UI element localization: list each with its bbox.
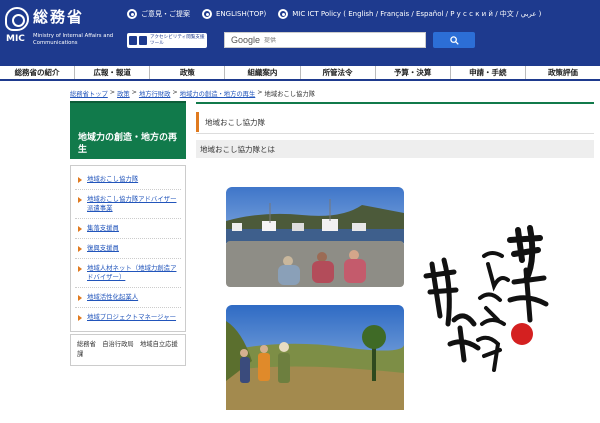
search-button[interactable] xyxy=(433,32,475,48)
search-icon xyxy=(449,35,459,45)
logo-subtitle: Ministry of Internal Affairs and Communi… xyxy=(33,33,114,46)
mic-emblem-icon xyxy=(5,7,29,31)
sidebar-item-label: 集落支援員 xyxy=(87,224,119,232)
logo-mic: MIC xyxy=(6,34,25,44)
accessibility-tool-label: アクセシビリティ閲覧支援ツール xyxy=(150,35,205,46)
arrow-right-icon xyxy=(78,197,82,203)
sidebar-menu: 地域おこし協力隊 地域おこし協力隊アドバイザー派遣事業 集落支援員 復興支援員 … xyxy=(70,165,186,332)
sidebar-item-label: 地域おこし協力隊 xyxy=(87,175,139,183)
sidebar-item-advisor-dispatch[interactable]: 地域おこし協力隊アドバイザー派遣事業 xyxy=(75,190,181,219)
nav-item-organization[interactable]: 組織案内 xyxy=(225,66,301,79)
english-top-link-label: ENGLISH(TOP) xyxy=(216,10,267,18)
feedback-link-label: ご意見・ご提案 xyxy=(141,10,190,18)
nav-item-applications[interactable]: 申請・手続 xyxy=(451,66,526,79)
bullet-circle-icon xyxy=(278,9,289,19)
breadcrumb: 総務省トップ > 政策 > 地方行財政 > 地域力の創造・地方の再生 > 地域お… xyxy=(70,89,315,98)
nav-item-policy[interactable]: 政策 xyxy=(150,66,226,79)
field-group-photo xyxy=(222,301,408,414)
arrow-right-icon xyxy=(78,246,82,252)
section-heading: 地域おこし協力隊とは xyxy=(196,140,594,158)
feedback-link[interactable]: ご意見・ご提案 xyxy=(127,9,190,19)
logo-title: 総務省 xyxy=(33,8,85,26)
bullet-circle-icon xyxy=(202,9,212,19)
nav-item-budget[interactable]: 予算・決算 xyxy=(376,66,451,79)
header-links: ご意見・ご提案 ENGLISH(TOP) MIC ICT Policy ( En… xyxy=(127,8,553,20)
nav-item-press[interactable]: 広報・報道 xyxy=(75,66,151,79)
accessibility-tool-button[interactable]: アクセシビリティ閲覧支援ツール xyxy=(127,33,207,48)
search-brand: Google xyxy=(231,35,261,45)
breadcrumb-regional[interactable]: 地域力の創造・地方の再生 xyxy=(180,89,256,98)
divider xyxy=(196,133,594,134)
sidebar-item-label: 地域人材ネット（地域力創造アドバイザー） xyxy=(87,264,177,281)
mic-logo[interactable]: 総務省 MIC Ministry of Internal Affairs and… xyxy=(3,4,121,48)
arrow-right-icon xyxy=(78,266,82,272)
sidebar-item-label: 地域活性化起業人 xyxy=(87,293,139,301)
arrow-right-icon xyxy=(78,315,82,321)
search-box: Google xyxy=(224,32,426,48)
nav-item-evaluation[interactable]: 政策評価 xyxy=(526,66,600,79)
page-title: 地域おこし協力隊 xyxy=(196,112,594,132)
sidebar-item-cooperation-team[interactable]: 地域おこし協力隊 xyxy=(75,170,181,190)
text-size-icon xyxy=(139,36,147,45)
harbor-photo xyxy=(222,183,408,291)
sidebar-item-reconstruction-support[interactable]: 復興支援員 xyxy=(75,239,181,259)
content-top-border xyxy=(196,102,594,104)
arrow-right-icon xyxy=(78,177,82,183)
site-header: 総務省 MIC Ministry of Internal Affairs and… xyxy=(0,0,600,66)
local-vitalization-logo xyxy=(418,220,558,390)
search-input[interactable] xyxy=(264,36,415,44)
global-nav: 総務省の紹介 広報・報道 政策 組織案内 所管法令 予算・決算 申請・手続 政策… xyxy=(0,66,600,81)
breadcrumb-policy[interactable]: 政策 xyxy=(117,89,130,98)
ict-policy-link[interactable]: MIC ICT Policy ( English / Français / Es… xyxy=(278,9,541,19)
ict-policy-link-label: MIC ICT Policy ( English / Français / Es… xyxy=(292,10,542,18)
sidebar-title: 地域力の創造・地方の再生 xyxy=(70,101,186,159)
breadcrumb-current: 地域おこし協力隊 xyxy=(264,91,315,98)
sidebar-item-project-manager[interactable]: 地域プロジェクトマネージャー xyxy=(75,308,181,327)
sidebar-item-label: 地域プロジェクトマネージャー xyxy=(87,313,177,321)
sidebar-item-label: 地域おこし協力隊アドバイザー派遣事業 xyxy=(87,195,177,212)
bullet-circle-icon xyxy=(127,9,137,19)
breadcrumb-home[interactable]: 総務省トップ xyxy=(70,89,108,98)
sidebar-item-entrepreneur[interactable]: 地域活性化起業人 xyxy=(75,288,181,308)
speaker-icon xyxy=(129,36,137,45)
nav-item-laws[interactable]: 所管法令 xyxy=(301,66,376,79)
arrow-right-icon xyxy=(78,226,82,232)
sidebar-item-village-support[interactable]: 集落支援員 xyxy=(75,219,181,239)
nav-item-about[interactable]: 総務省の紹介 xyxy=(0,66,76,79)
breadcrumb-local-finance[interactable]: 地方行財政 xyxy=(139,89,170,98)
arrow-right-icon xyxy=(78,295,82,301)
sidebar-contact: 総務省 自治行政局 地域自立応援課 xyxy=(70,334,186,366)
sidebar-item-label: 復興支援員 xyxy=(87,244,119,252)
english-top-link[interactable]: ENGLISH(TOP) xyxy=(202,9,266,19)
sidebar-item-talent-net[interactable]: 地域人材ネット（地域力創造アドバイザー） xyxy=(75,259,181,288)
